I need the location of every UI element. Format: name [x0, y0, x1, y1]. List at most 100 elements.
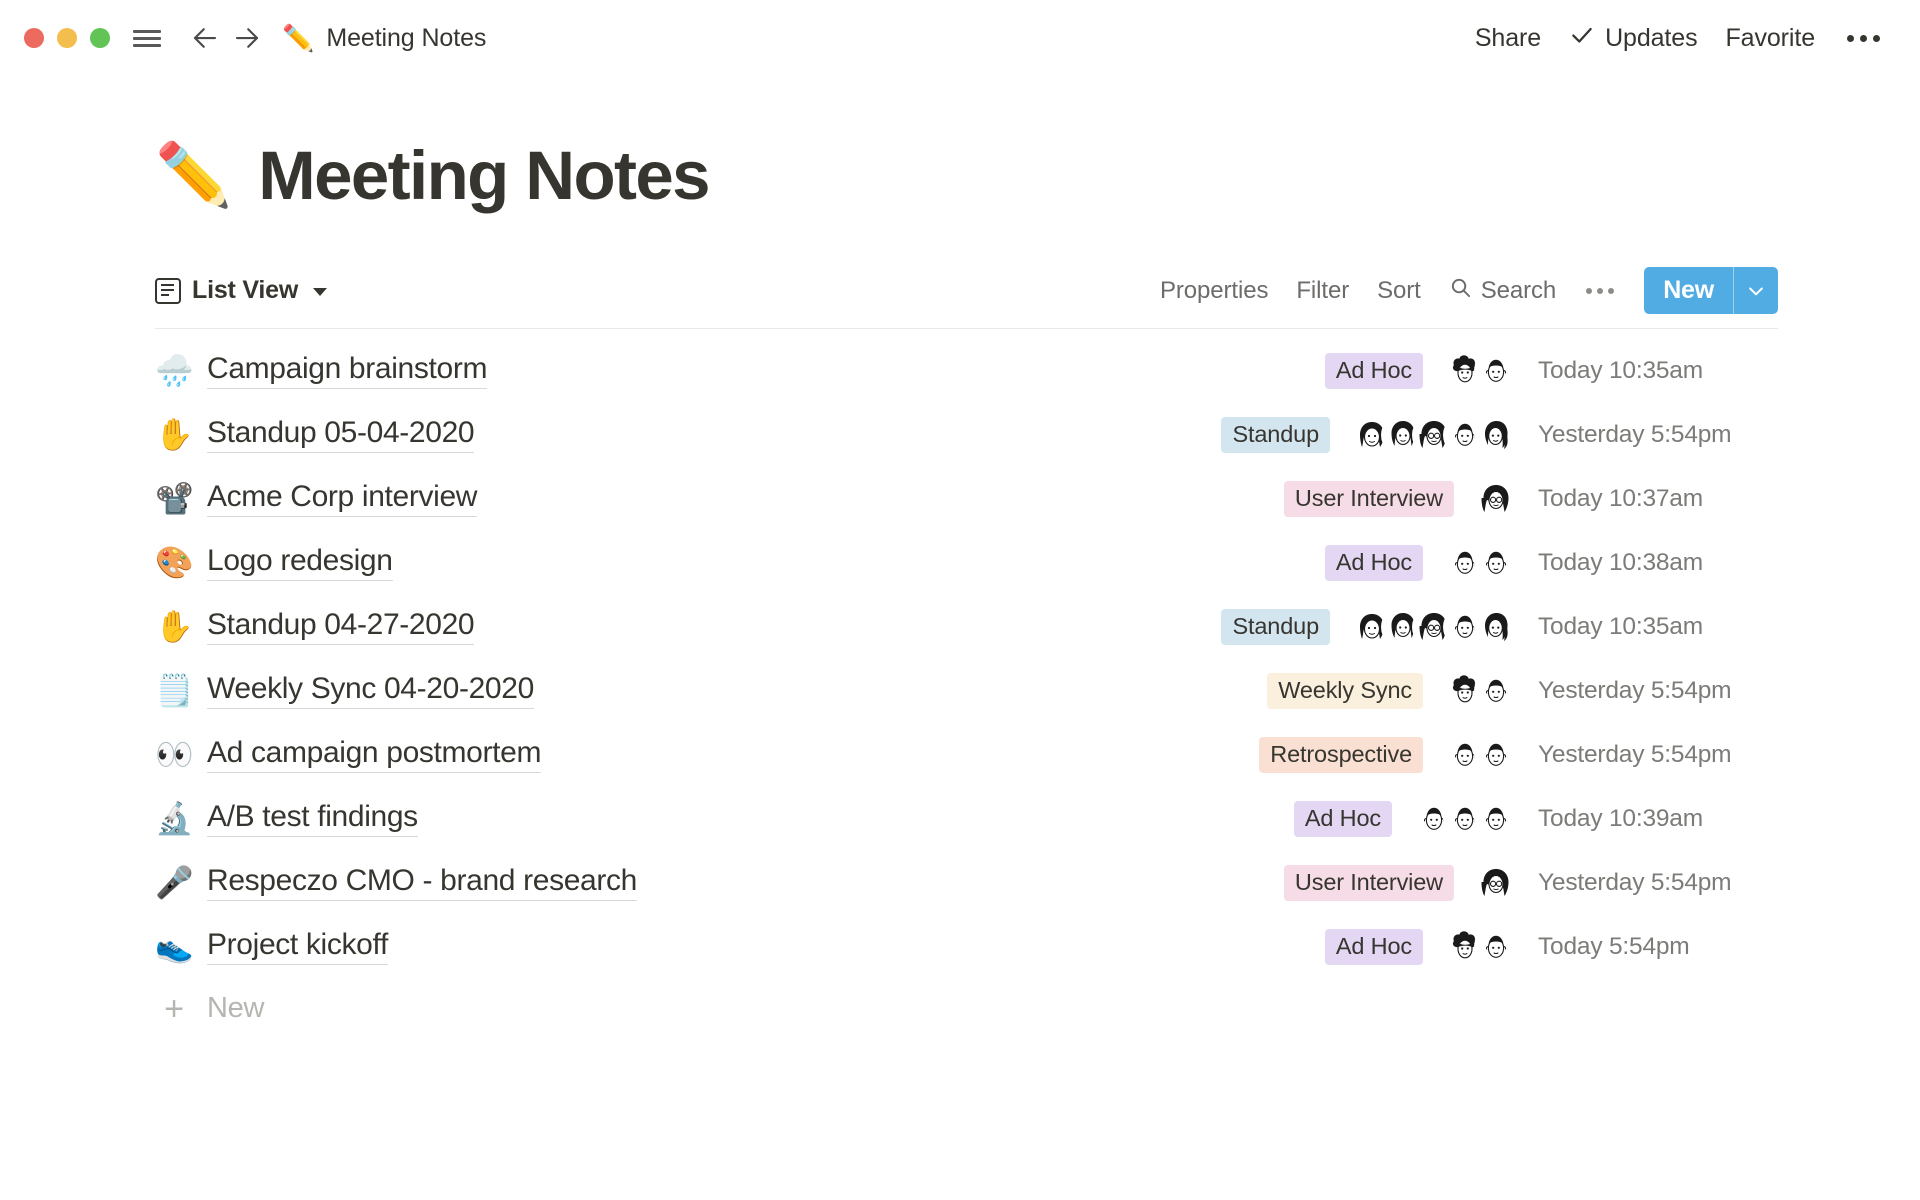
list-item-title[interactable]: Logo redesign: [207, 544, 393, 581]
list-item-meta: Ad Hoc Today 10:35am: [1325, 351, 1778, 391]
timestamp: Today 10:37am: [1538, 485, 1778, 513]
list-item[interactable]: ✋ Standup 05-04-2020 Standup Yesterday 5:54…: [155, 403, 1778, 467]
list-item[interactable]: ✋Standup 04-27-2020StandupToday 10:35am: [155, 595, 1778, 659]
chevron-down-icon[interactable]: [313, 288, 327, 296]
minimize-window-button[interactable]: [57, 28, 77, 48]
status-badge[interactable]: User Interview: [1284, 481, 1454, 518]
page-title: ✏️ Meeting Notes: [0, 138, 1920, 214]
list-item[interactable]: 📽️ Acme Corp interview User Interview Today…: [155, 467, 1778, 531]
status-badge[interactable]: Ad Hoc: [1294, 801, 1392, 838]
list-item-title[interactable]: Project kickoff: [207, 928, 388, 965]
list-item-meta: RetrospectiveYesterday 5:54pm: [1259, 735, 1778, 775]
avatar[interactable]: [1476, 543, 1516, 583]
list-item-title[interactable]: Respeczo CMO - brand research: [207, 864, 637, 901]
check-icon: [1569, 22, 1595, 55]
timestamp: Yesterday 5:54pm: [1538, 421, 1778, 449]
list-item-main: 📽️ Acme Corp interview: [155, 480, 477, 517]
list-item-main: 🗒️ Weekly Sync 04-20-2020: [155, 672, 534, 709]
status-badge[interactable]: Ad Hoc: [1325, 545, 1423, 582]
status-badge[interactable]: Weekly Sync: [1267, 673, 1423, 710]
updates-label: Updates: [1605, 24, 1697, 53]
properties-button[interactable]: Properties: [1146, 277, 1282, 305]
list-item-title[interactable]: Weekly Sync 04-20-2020: [207, 672, 534, 709]
page-title-text[interactable]: Meeting Notes: [258, 138, 709, 214]
list-item-main: 🌧️ Campaign brainstorm: [155, 352, 487, 389]
more-options-icon[interactable]: [1829, 35, 1892, 42]
back-arrow-icon[interactable]: [184, 17, 226, 59]
list-item-emoji-icon[interactable]: 🌧️: [155, 355, 193, 386]
list-item-title[interactable]: Standup 04-27-2020: [207, 608, 474, 645]
list-item-emoji-icon[interactable]: 🎨: [155, 547, 193, 578]
avatar[interactable]: [1476, 351, 1516, 391]
avatar[interactable]: [1476, 671, 1516, 711]
status-badge[interactable]: Retrospective: [1259, 737, 1423, 774]
list-item-main: 👟 Project kickoff: [155, 928, 388, 965]
list-item-emoji-icon[interactable]: ✋: [155, 611, 193, 642]
sort-button[interactable]: Sort: [1363, 277, 1435, 305]
list-item-title[interactable]: Campaign brainstorm: [207, 352, 487, 389]
new-button-dropdown[interactable]: [1734, 267, 1778, 314]
toolbar-divider: [155, 328, 1778, 329]
list-item-emoji-icon[interactable]: 👀: [155, 739, 193, 770]
list-item-title[interactable]: A/B test findings: [207, 800, 418, 837]
list-item-meta: Standup Yesterday 5:54pm: [1221, 415, 1778, 455]
breadcrumb[interactable]: ✏️ Meeting Notes: [282, 24, 486, 53]
list-item-main: 🎨 Logo redesign: [155, 544, 393, 581]
avatar[interactable]: [1476, 799, 1516, 839]
avatar-group: [1445, 735, 1516, 775]
status-badge[interactable]: User Interview: [1284, 865, 1454, 902]
collection-actions: Properties Filter Sort Search New: [1146, 267, 1778, 314]
list-item[interactable]: 👟Project kickoffAd HocToday 5:54pm: [155, 915, 1778, 979]
sidebar-toggle-icon[interactable]: [130, 21, 164, 55]
list-item[interactable]: 🗒️Weekly Sync 04-20-2020Weekly SyncYeste…: [155, 659, 1778, 723]
page-icon-pencil-icon[interactable]: ✏️: [155, 145, 232, 207]
list-view-label: List View: [192, 276, 298, 305]
new-button[interactable]: New: [1644, 267, 1733, 314]
list-item-title[interactable]: Standup 05-04-2020: [207, 416, 474, 453]
titlebar-actions: Share Updates Favorite: [1461, 0, 1892, 76]
list-item-title[interactable]: Ad campaign postmortem: [207, 736, 541, 773]
status-badge[interactable]: Ad Hoc: [1325, 929, 1423, 966]
avatar[interactable]: [1476, 607, 1516, 647]
list-item-meta: User Interview Today 10:37am: [1284, 479, 1778, 519]
list-item-emoji-icon[interactable]: 🗒️: [155, 675, 193, 706]
list-item-emoji-icon[interactable]: 🔬: [155, 803, 193, 834]
list-item-meta: Ad Hoc Today 10:39am: [1294, 799, 1778, 839]
list-item-emoji-icon[interactable]: 👟: [155, 931, 193, 962]
status-badge[interactable]: Standup: [1221, 609, 1330, 646]
avatar[interactable]: [1476, 735, 1516, 775]
list-item-emoji-icon[interactable]: ✋: [155, 419, 193, 450]
status-badge[interactable]: Standup: [1221, 417, 1330, 454]
list-view-icon: [155, 278, 181, 304]
page-body: ✏️ Meeting Notes List View Properties Fi…: [0, 138, 1920, 1039]
avatar[interactable]: [1476, 479, 1516, 519]
list-item-title[interactable]: Acme Corp interview: [207, 480, 477, 517]
timestamp: Today 10:39am: [1538, 805, 1778, 833]
new-button-group[interactable]: New: [1644, 267, 1778, 314]
tab-list-view[interactable]: List View: [155, 276, 327, 305]
avatar[interactable]: [1476, 415, 1516, 455]
avatar[interactable]: [1476, 863, 1516, 903]
list-item[interactable]: 🔬 A/B test findings Ad Hoc Today 10:39am: [155, 787, 1778, 851]
list-item[interactable]: 🎨Logo redesignAd HocToday 10:38am: [155, 531, 1778, 595]
list-item-emoji-icon[interactable]: 🎤: [155, 867, 193, 898]
collection-more-icon[interactable]: [1570, 288, 1630, 294]
timestamp: Today 10:35am: [1538, 357, 1778, 385]
list-item[interactable]: 👀 Ad campaign postmortem RetrospectiveYest…: [155, 723, 1778, 787]
share-button[interactable]: Share: [1461, 24, 1555, 53]
close-window-button[interactable]: [24, 28, 44, 48]
add-new-item-button[interactable]: +New: [155, 979, 1778, 1039]
maximize-window-button[interactable]: [90, 28, 110, 48]
list-item-emoji-icon[interactable]: 📽️: [155, 483, 193, 514]
favorite-button[interactable]: Favorite: [1711, 24, 1829, 53]
forward-arrow-icon[interactable]: [226, 17, 268, 59]
filter-button[interactable]: Filter: [1282, 277, 1363, 305]
list-item[interactable]: 🌧️ Campaign brainstorm Ad Hoc Today 10:35am: [155, 339, 1778, 403]
search-button[interactable]: Search: [1435, 276, 1570, 306]
list-item-main: 🎤 Respeczo CMO - brand research: [155, 864, 637, 901]
updates-button[interactable]: Updates: [1555, 22, 1711, 55]
list-item[interactable]: 🎤 Respeczo CMO - brand research User Inter…: [155, 851, 1778, 915]
status-badge[interactable]: Ad Hoc: [1325, 353, 1423, 390]
avatar-group: [1414, 799, 1516, 839]
avatar[interactable]: [1476, 927, 1516, 967]
